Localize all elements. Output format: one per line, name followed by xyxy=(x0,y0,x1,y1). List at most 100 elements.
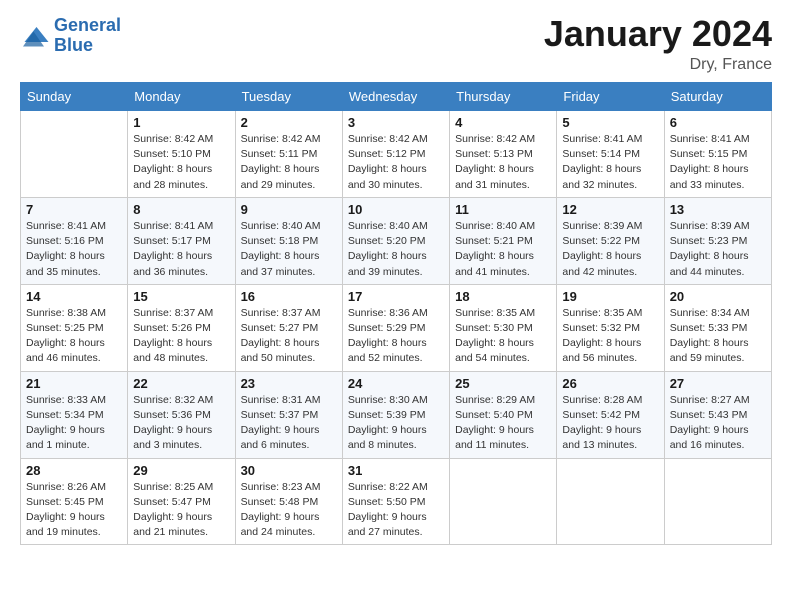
calendar-cell: 31Sunrise: 8:22 AM Sunset: 5:50 PM Dayli… xyxy=(342,458,449,545)
calendar-cell: 9 Sunrise: 8:40 AM Sunset: 5:18 PM Daylig… xyxy=(235,197,342,284)
calendar-cell xyxy=(21,111,128,198)
title-area: January 2024 Dry, France xyxy=(544,16,772,74)
day-number: 18 xyxy=(455,289,551,304)
calendar-cell: 21 Sunrise: 8:33 AM Sunset: 5:34 PM Dayli… xyxy=(21,371,128,458)
calendar-cell: 15 Sunrise: 8:37 AM Sunset: 5:26 PM Dayli… xyxy=(128,284,235,371)
calendar-cell: 5 Sunrise: 8:41 AM Sunset: 5:14 PM Daylig… xyxy=(557,111,664,198)
calendar-cell: 1 Sunrise: 8:42 AM Sunset: 5:10 PM Daylig… xyxy=(128,111,235,198)
day-number: 7 xyxy=(26,202,122,217)
day-info: Sunrise: 8:22 AM Sunset: 5:50 PM Dayligh… xyxy=(348,480,444,541)
calendar-cell: 4 Sunrise: 8:42 AM Sunset: 5:13 PM Daylig… xyxy=(450,111,557,198)
day-number: 15 xyxy=(133,289,229,304)
day-number: 14 xyxy=(26,289,122,304)
week-row-2: 7Sunrise: 8:41 AM Sunset: 5:16 PM Daylig… xyxy=(21,197,772,284)
calendar-cell: 28Sunrise: 8:26 AM Sunset: 5:45 PM Dayli… xyxy=(21,458,128,545)
day-number: 16 xyxy=(241,289,337,304)
day-info: Sunrise: 8:42 AM Sunset: 5:13 PM Dayligh… xyxy=(455,132,551,193)
location: Dry, France xyxy=(544,56,772,74)
calendar-cell: 13 Sunrise: 8:39 AM Sunset: 5:23 PM Dayli… xyxy=(664,197,771,284)
day-info: Sunrise: 8:28 AM Sunset: 5:42 PM Dayligh… xyxy=(562,393,658,454)
week-row-4: 21 Sunrise: 8:33 AM Sunset: 5:34 PM Dayli… xyxy=(21,371,772,458)
calendar-cell: 3 Sunrise: 8:42 AM Sunset: 5:12 PM Daylig… xyxy=(342,111,449,198)
logo: General Blue xyxy=(20,16,121,56)
calendar-table: SundayMondayTuesdayWednesdayThursdayFrid… xyxy=(20,82,772,545)
day-info: Sunrise: 8:40 AM Sunset: 5:20 PM Dayligh… xyxy=(348,219,444,280)
day-number: 20 xyxy=(670,289,766,304)
day-info: Sunrise: 8:42 AM Sunset: 5:11 PM Dayligh… xyxy=(241,132,337,193)
day-number: 1 xyxy=(133,115,229,130)
calendar-cell: 24 Sunrise: 8:30 AM Sunset: 5:39 PM Dayli… xyxy=(342,371,449,458)
header-row: SundayMondayTuesdayWednesdayThursdayFrid… xyxy=(21,83,772,111)
day-number: 27 xyxy=(670,376,766,391)
day-number: 24 xyxy=(348,376,444,391)
day-info: Sunrise: 8:41 AM Sunset: 5:17 PM Dayligh… xyxy=(133,219,229,280)
logo-icon xyxy=(20,21,50,51)
day-info: Sunrise: 8:23 AM Sunset: 5:48 PM Dayligh… xyxy=(241,480,337,541)
day-info: Sunrise: 8:42 AM Sunset: 5:12 PM Dayligh… xyxy=(348,132,444,193)
logo-text: General Blue xyxy=(54,16,121,56)
calendar-cell xyxy=(557,458,664,545)
calendar-cell: 23 Sunrise: 8:31 AM Sunset: 5:37 PM Dayli… xyxy=(235,371,342,458)
day-info: Sunrise: 8:32 AM Sunset: 5:36 PM Dayligh… xyxy=(133,393,229,454)
day-number: 25 xyxy=(455,376,551,391)
day-number: 11 xyxy=(455,202,551,217)
day-info: Sunrise: 8:34 AM Sunset: 5:33 PM Dayligh… xyxy=(670,306,766,367)
month-title: January 2024 xyxy=(544,16,772,52)
week-row-3: 14 Sunrise: 8:38 AM Sunset: 5:25 PM Dayli… xyxy=(21,284,772,371)
day-number: 8 xyxy=(133,202,229,217)
day-number: 23 xyxy=(241,376,337,391)
calendar-cell: 14 Sunrise: 8:38 AM Sunset: 5:25 PM Dayli… xyxy=(21,284,128,371)
header-day-friday: Friday xyxy=(557,83,664,111)
day-number: 3 xyxy=(348,115,444,130)
calendar-cell: 26 Sunrise: 8:28 AM Sunset: 5:42 PM Dayli… xyxy=(557,371,664,458)
calendar-cell: 22 Sunrise: 8:32 AM Sunset: 5:36 PM Dayli… xyxy=(128,371,235,458)
header-day-thursday: Thursday xyxy=(450,83,557,111)
week-row-1: 1 Sunrise: 8:42 AM Sunset: 5:10 PM Daylig… xyxy=(21,111,772,198)
day-info: Sunrise: 8:39 AM Sunset: 5:23 PM Dayligh… xyxy=(670,219,766,280)
day-info: Sunrise: 8:40 AM Sunset: 5:21 PM Dayligh… xyxy=(455,219,551,280)
day-info: Sunrise: 8:33 AM Sunset: 5:34 PM Dayligh… xyxy=(26,393,122,454)
day-number: 5 xyxy=(562,115,658,130)
day-info: Sunrise: 8:25 AM Sunset: 5:47 PM Dayligh… xyxy=(133,480,229,541)
day-info: Sunrise: 8:26 AM Sunset: 5:45 PM Dayligh… xyxy=(26,480,122,541)
day-info: Sunrise: 8:35 AM Sunset: 5:30 PM Dayligh… xyxy=(455,306,551,367)
day-number: 21 xyxy=(26,376,122,391)
calendar-cell: 16 Sunrise: 8:37 AM Sunset: 5:27 PM Dayli… xyxy=(235,284,342,371)
day-info: Sunrise: 8:42 AM Sunset: 5:10 PM Dayligh… xyxy=(133,132,229,193)
calendar-cell: 2 Sunrise: 8:42 AM Sunset: 5:11 PM Daylig… xyxy=(235,111,342,198)
calendar-cell: 19 Sunrise: 8:35 AM Sunset: 5:32 PM Dayli… xyxy=(557,284,664,371)
calendar-cell: 11 Sunrise: 8:40 AM Sunset: 5:21 PM Dayli… xyxy=(450,197,557,284)
calendar-cell: 6Sunrise: 8:41 AM Sunset: 5:15 PM Daylig… xyxy=(664,111,771,198)
day-number: 10 xyxy=(348,202,444,217)
day-info: Sunrise: 8:39 AM Sunset: 5:22 PM Dayligh… xyxy=(562,219,658,280)
day-info: Sunrise: 8:38 AM Sunset: 5:25 PM Dayligh… xyxy=(26,306,122,367)
calendar-cell: 18 Sunrise: 8:35 AM Sunset: 5:30 PM Dayli… xyxy=(450,284,557,371)
calendar-cell: 29 Sunrise: 8:25 AM Sunset: 5:47 PM Dayli… xyxy=(128,458,235,545)
calendar-cell: 8 Sunrise: 8:41 AM Sunset: 5:17 PM Daylig… xyxy=(128,197,235,284)
day-number: 13 xyxy=(670,202,766,217)
calendar-cell: 7Sunrise: 8:41 AM Sunset: 5:16 PM Daylig… xyxy=(21,197,128,284)
day-info: Sunrise: 8:31 AM Sunset: 5:37 PM Dayligh… xyxy=(241,393,337,454)
day-number: 12 xyxy=(562,202,658,217)
day-info: Sunrise: 8:37 AM Sunset: 5:26 PM Dayligh… xyxy=(133,306,229,367)
header-day-tuesday: Tuesday xyxy=(235,83,342,111)
week-row-5: 28Sunrise: 8:26 AM Sunset: 5:45 PM Dayli… xyxy=(21,458,772,545)
day-info: Sunrise: 8:37 AM Sunset: 5:27 PM Dayligh… xyxy=(241,306,337,367)
header-day-monday: Monday xyxy=(128,83,235,111)
day-number: 9 xyxy=(241,202,337,217)
day-number: 29 xyxy=(133,463,229,478)
day-number: 26 xyxy=(562,376,658,391)
calendar-cell xyxy=(450,458,557,545)
day-number: 2 xyxy=(241,115,337,130)
day-info: Sunrise: 8:41 AM Sunset: 5:14 PM Dayligh… xyxy=(562,132,658,193)
day-info: Sunrise: 8:40 AM Sunset: 5:18 PM Dayligh… xyxy=(241,219,337,280)
day-number: 22 xyxy=(133,376,229,391)
day-number: 4 xyxy=(455,115,551,130)
header-day-wednesday: Wednesday xyxy=(342,83,449,111)
day-number: 19 xyxy=(562,289,658,304)
day-info: Sunrise: 8:27 AM Sunset: 5:43 PM Dayligh… xyxy=(670,393,766,454)
day-info: Sunrise: 8:30 AM Sunset: 5:39 PM Dayligh… xyxy=(348,393,444,454)
day-info: Sunrise: 8:35 AM Sunset: 5:32 PM Dayligh… xyxy=(562,306,658,367)
day-info: Sunrise: 8:36 AM Sunset: 5:29 PM Dayligh… xyxy=(348,306,444,367)
calendar-cell: 10 Sunrise: 8:40 AM Sunset: 5:20 PM Dayli… xyxy=(342,197,449,284)
